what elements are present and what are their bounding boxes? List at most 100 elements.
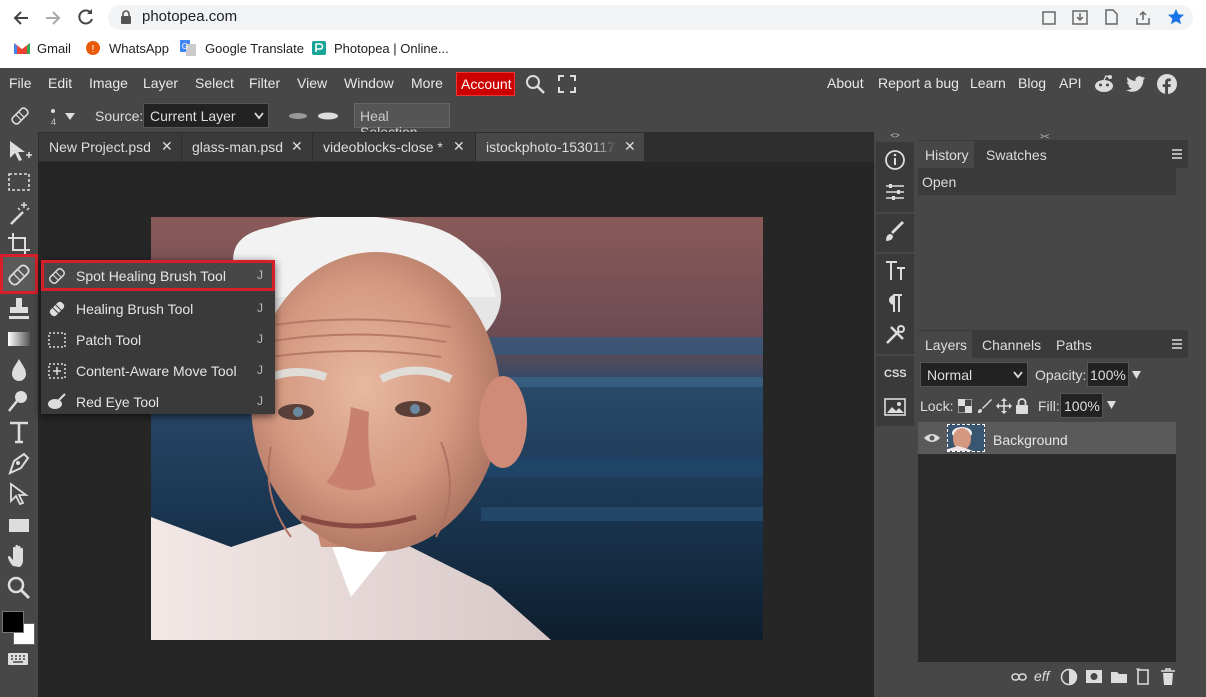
doc-tab-active[interactable]: istockphoto-1530117 ✕ [476,133,644,161]
menu-edit[interactable]: Edit [48,75,72,91]
bookmark-star-icon[interactable] [1167,8,1185,26]
gmail-icon[interactable] [14,42,30,54]
new-group-icon[interactable] [1110,669,1128,684]
search-icon[interactable] [525,74,545,94]
history-entry[interactable] [918,168,1176,195]
marquee-tool-icon[interactable] [4,168,34,196]
css-icon[interactable]: CSS [884,368,907,380]
heal-selection-button[interactable]: Heal Selection [354,103,450,140]
source-select[interactable]: Current Layer [143,103,269,128]
menu-filter[interactable]: Filter [249,75,280,91]
zoom-tool-icon[interactable] [4,574,34,602]
chevron-down-icon[interactable] [64,111,76,121]
address-bar[interactable] [108,5,1193,30]
spot-healing-tool-icon[interactable] [4,261,34,289]
reddit-icon[interactable] [1093,74,1115,94]
panel-menu-icon[interactable] [1171,338,1183,350]
panel-menu-icon[interactable] [1171,148,1183,160]
blur-tool-icon[interactable] [4,356,34,384]
menu-view[interactable]: View [297,75,327,91]
type-tool-icon[interactable] [4,418,34,446]
close-icon[interactable]: ✕ [161,138,173,155]
spot-healing-brush-icon[interactable] [9,105,31,127]
menu-blog[interactable]: Blog [1018,75,1046,91]
foreground-color-front[interactable] [2,611,24,633]
close-icon[interactable]: ✕ [291,138,303,155]
adjustment-layer-icon[interactable] [1060,668,1078,686]
lock-all-icon[interactable] [1015,398,1029,414]
lock-icon[interactable] [120,10,132,24]
menu-select[interactable]: Select [195,75,234,91]
lock-pixels-icon[interactable] [977,398,993,414]
fill-dropdown-icon[interactable] [1106,400,1117,410]
info-icon[interactable] [884,149,906,171]
rectangle-tool-icon[interactable] [4,511,34,539]
close-icon[interactable]: ✕ [624,138,636,155]
tools-icon[interactable] [884,324,906,346]
save-page-icon[interactable] [1042,10,1056,25]
fullscreen-icon[interactable] [558,75,576,93]
doc-tab[interactable]: glass-man.psd ✕ [182,133,312,161]
account-button[interactable]: Account [456,72,515,96]
keyboard-icon[interactable] [7,651,29,667]
menu-file[interactable]: File [9,75,32,91]
twitter-icon[interactable] [1126,75,1146,93]
document-icon[interactable] [1104,9,1118,25]
doc-tab[interactable]: videoblocks-close * ✕ [313,133,475,161]
adjustments-icon[interactable] [884,181,906,203]
close-icon[interactable]: ✕ [453,138,465,155]
menu-report-bug[interactable]: Report a bug [878,75,959,91]
hand-tool-icon[interactable] [4,542,34,570]
delete-layer-icon[interactable] [1160,668,1176,686]
bookmark-whatsapp[interactable]: WhatsApp [109,41,169,56]
bookmark-photopea[interactable]: Photopea | Online... [334,41,449,56]
layer-mask-icon[interactable] [1085,669,1103,684]
forward-arrow-icon[interactable] [44,9,62,27]
reload-icon[interactable] [77,8,95,26]
flyout-healing-brush[interactable]: Healing Brush Tool J [41,293,275,324]
dodge-tool-icon[interactable] [4,387,34,415]
flyout-spot-healing[interactable]: Spot Healing Brush Tool J [41,260,275,291]
doc-tab[interactable]: New Project.psd ✕ [39,133,181,161]
flyout-content-aware-move[interactable]: Content-Aware Move Tool J [41,355,275,386]
brush-settings-icon[interactable] [884,221,906,243]
move-tool-icon[interactable] [4,137,34,165]
opacity-dropdown-icon[interactable] [1131,370,1142,380]
new-layer-icon[interactable] [1135,668,1151,686]
menu-image[interactable]: Image [89,75,128,91]
blend-mode-select[interactable]: Normal [920,362,1028,387]
stamp-tool-icon[interactable] [4,294,34,322]
bookmark-google-translate[interactable]: Google Translate [205,41,304,56]
bookmark-gmail[interactable]: Gmail [37,41,71,56]
whatsapp-icon[interactable]: ! [86,41,100,55]
link-layers-icon[interactable] [1011,670,1027,684]
path-select-icon[interactable] [4,480,34,508]
menu-more[interactable]: More [411,75,443,91]
gradient-tool-icon[interactable] [4,325,34,353]
tab-channels[interactable]: Channels [982,337,1041,353]
character-icon[interactable] [884,259,906,283]
facebook-icon[interactable] [1157,74,1177,94]
eye-icon[interactable] [923,432,941,444]
menu-api[interactable]: API [1059,75,1082,91]
brush-mode-icon[interactable] [287,111,341,121]
lock-position-icon[interactable] [996,398,1012,414]
tab-paths[interactable]: Paths [1056,337,1092,353]
paragraph-icon[interactable] [884,292,906,314]
flyout-patch[interactable]: Patch Tool J [41,324,275,355]
menu-learn[interactable]: Learn [970,75,1006,91]
layer-effects-button[interactable]: eff [1034,668,1050,684]
magic-wand-icon[interactable] [4,199,34,227]
menu-about[interactable]: About [827,75,864,91]
menu-window[interactable]: Window [344,75,394,91]
pen-tool-icon[interactable] [4,449,34,477]
photopea-icon[interactable] [312,41,326,55]
install-icon[interactable] [1072,10,1088,25]
flyout-red-eye[interactable]: Red Eye Tool J [41,386,275,417]
lock-transparency-icon[interactable] [958,399,972,413]
back-arrow-icon[interactable] [12,9,30,27]
tab-swatches[interactable]: Swatches [986,147,1047,163]
image-icon[interactable] [884,397,906,417]
fill-input[interactable]: 100% [1060,393,1103,418]
share-icon[interactable] [1135,10,1151,25]
